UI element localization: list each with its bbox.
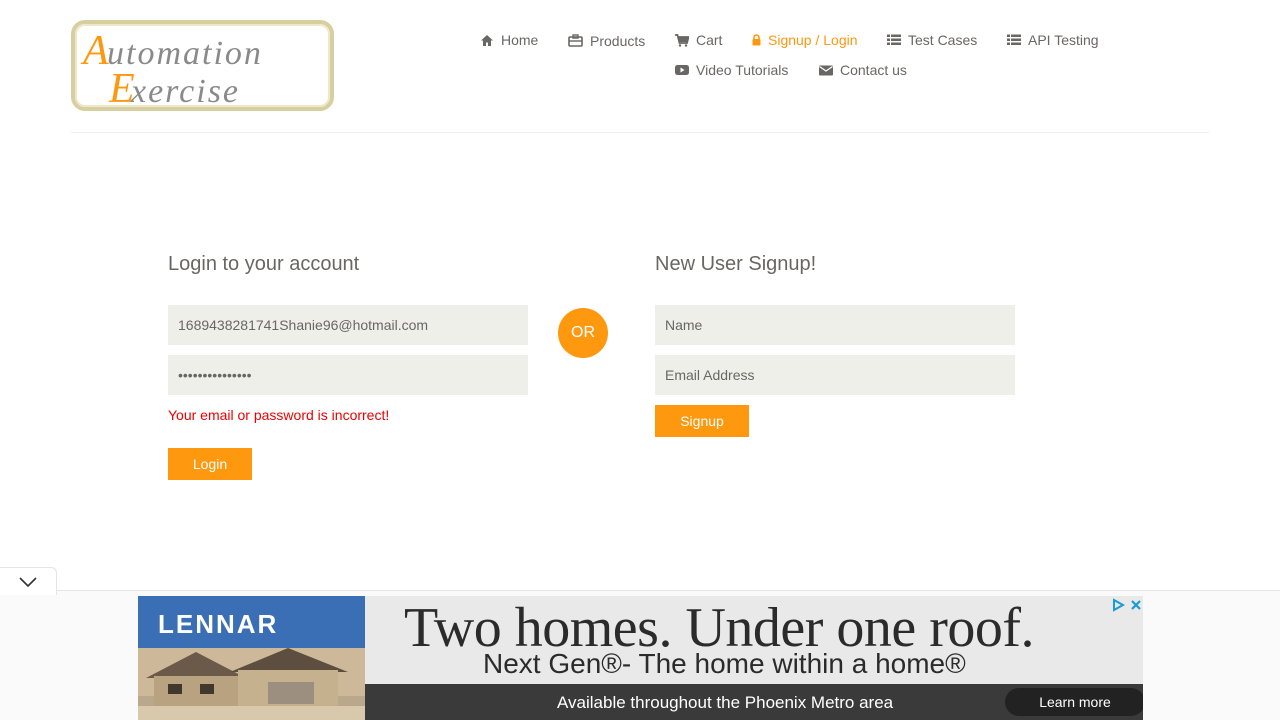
home-icon: [481, 34, 493, 46]
list-icon: [1007, 34, 1021, 45]
nav-video-tutorials[interactable]: Video Tutorials: [675, 62, 788, 78]
ad-subline: Next Gen®- The home within a home®: [483, 648, 966, 679]
nav-contact-us[interactable]: Contact us: [819, 62, 907, 78]
ad-house-image: [138, 648, 365, 720]
nav-api-testing-label: API Testing: [1028, 32, 1099, 48]
nav-test-cases[interactable]: Test Cases: [887, 32, 977, 48]
svg-text:A: A: [80, 28, 109, 74]
nav-home-label: Home: [501, 32, 539, 48]
logo-artwork: A utomation E xercise: [80, 28, 261, 107]
ad-collapse-toggle[interactable]: [0, 567, 57, 595]
lock-icon: [752, 34, 761, 46]
login-email-field[interactable]: [168, 305, 528, 345]
login-button[interactable]: Login: [168, 448, 252, 480]
header-divider: [71, 132, 1209, 133]
nav-signup-login[interactable]: Signup / Login: [752, 32, 858, 48]
nav-video-tutorials-label: Video Tutorials: [696, 62, 789, 78]
signup-name-field[interactable]: [655, 305, 1015, 345]
nav-cart[interactable]: Cart: [675, 32, 722, 48]
site-logo[interactable]: A utomation E xercise: [71, 20, 334, 111]
ad-banner[interactable]: LENNAR Two homes. Under one roof. Next G…: [138, 596, 1143, 720]
ad-image-panel: LENNAR: [138, 596, 365, 720]
site-header: A utomation E xercise Home Products Cart…: [0, 0, 1280, 133]
signup-button[interactable]: Signup: [655, 405, 749, 437]
nav-signup-login-label: Signup / Login: [768, 32, 858, 48]
ad-controls: [1111, 598, 1143, 612]
envelope-icon: [819, 65, 833, 75]
nav-test-cases-label: Test Cases: [908, 32, 978, 48]
or-badge: OR: [558, 308, 608, 358]
nav-products[interactable]: Products: [568, 31, 645, 49]
login-title: Login to your account: [168, 253, 360, 275]
svg-text:xercise: xercise: [130, 73, 240, 107]
nav-contact-us-label: Contact us: [840, 62, 907, 78]
nav-home[interactable]: Home: [480, 32, 538, 48]
chevron-down-icon: [19, 576, 37, 587]
briefcase-icon: [568, 33, 583, 47]
nav-products-label: Products: [590, 33, 646, 49]
nav-api-testing[interactable]: API Testing: [1007, 32, 1099, 48]
ad-learn-more-button[interactable]: Learn more: [1005, 688, 1143, 716]
signup-title: New User Signup!: [655, 253, 817, 275]
close-icon[interactable]: [1129, 598, 1143, 612]
youtube-play-icon: [675, 65, 689, 75]
login-error-message: Your email or password is incorrect!: [168, 407, 390, 423]
adchoices-icon[interactable]: [1111, 598, 1125, 612]
nav-cart-label: Cart: [696, 32, 723, 48]
signup-email-field[interactable]: [655, 355, 1015, 395]
list-icon: [887, 34, 901, 45]
ad-footer-text: Available throughout the Phoenix Metro a…: [557, 693, 894, 712]
login-password-field[interactable]: [168, 355, 528, 395]
cart-icon: [675, 33, 689, 47]
ad-footer-bar: Available throughout the Phoenix Metro a…: [365, 684, 1143, 720]
